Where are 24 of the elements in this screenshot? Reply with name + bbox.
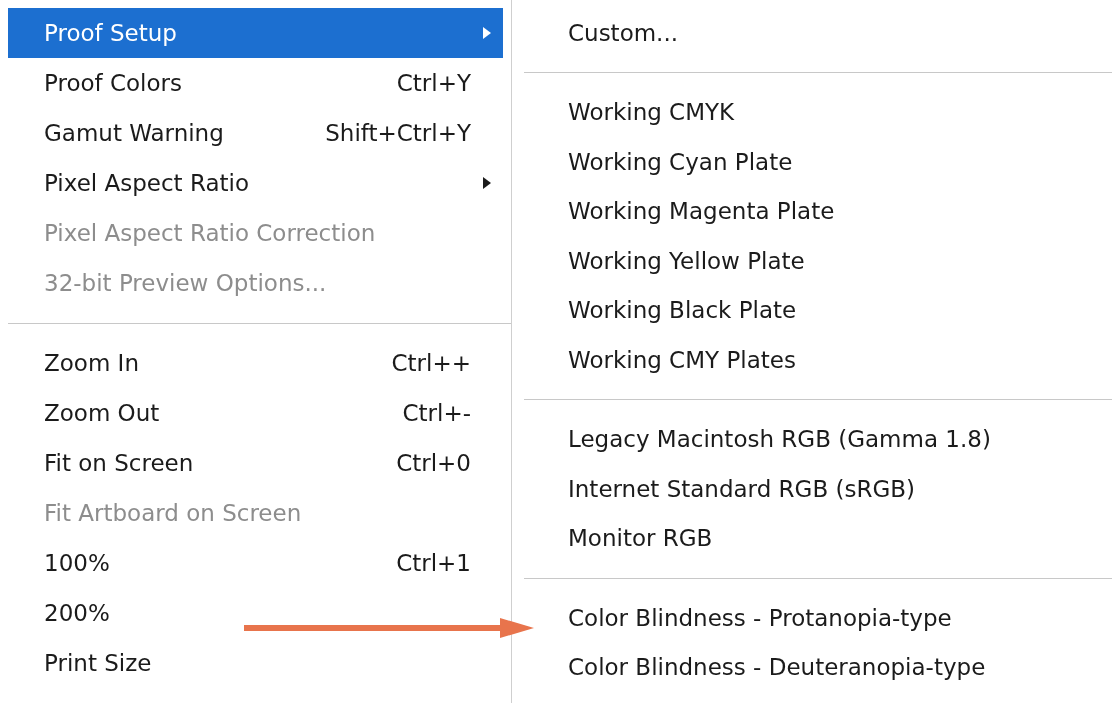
- menu-item[interactable]: Pixel Aspect Ratio: [8, 158, 503, 208]
- menu-item[interactable]: Working Magenta Plate: [512, 186, 1112, 236]
- menu-item[interactable]: Working CMY Plates: [512, 335, 1112, 385]
- menu-item[interactable]: Fit on Screen Ctrl+0: [8, 438, 503, 488]
- menu-item[interactable]: 100% Ctrl+1: [8, 538, 503, 588]
- menu-item[interactable]: Zoom In Ctrl++: [8, 338, 503, 388]
- menu-item[interactable]: Custom...: [512, 8, 1112, 58]
- menu-item[interactable]: Internet Standard RGB (sRGB): [512, 464, 1112, 514]
- menu-item[interactable]: Working CMYK: [512, 87, 1112, 137]
- menu-item[interactable]: Working Cyan Plate: [512, 137, 1112, 187]
- menu-item[interactable]: Color Blindness - Deuteranopia-type: [512, 642, 1112, 692]
- menu-item[interactable]: Legacy Macintosh RGB (Gamma 1.8): [512, 414, 1112, 464]
- menu-item[interactable]: Working Yellow Plate: [512, 236, 1112, 286]
- menu-item[interactable]: Zoom Out Ctrl+-: [8, 388, 503, 438]
- menu-item[interactable]: Gamut Warning Shift+Ctrl+Y: [8, 108, 503, 158]
- menu-item[interactable]: 200%: [8, 588, 503, 638]
- menu-item[interactable]: Print Size: [8, 638, 503, 688]
- submenu-arrow-icon: [483, 177, 491, 189]
- menu-item[interactable]: Working Black Plate: [512, 285, 1112, 335]
- menu-item[interactable]: Monitor RGB: [512, 513, 1112, 563]
- submenu-arrow-icon: [483, 27, 491, 39]
- menu-item[interactable]: Proof Setup: [8, 8, 503, 58]
- menu-item[interactable]: Proof Colors Ctrl+Y: [8, 58, 503, 108]
- menu-item[interactable]: Color Blindness - Protanopia-type: [512, 593, 1112, 643]
